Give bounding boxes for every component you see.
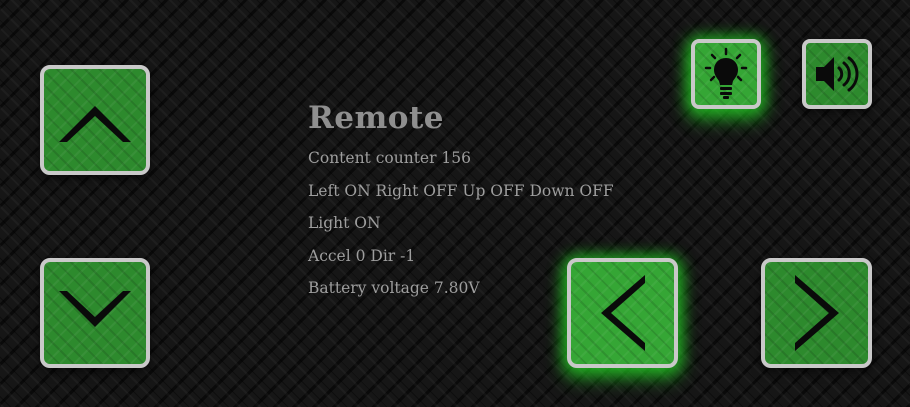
battery-voltage-text: Battery voltage 7.80V [308,279,480,297]
speaker-icon [816,56,859,92]
accel-status-text: Accel 0 Dir -1 [308,246,416,265]
chevron-down-icon [59,291,131,327]
content-counter-text: Content counter 156 [308,149,472,167]
up-button[interactable] [40,65,150,175]
chevron-right-icon [794,275,839,351]
direction-status-text: Left ON Right OFF Up OFF Down OFF [308,181,614,200]
lightbulb-icon [704,47,748,99]
sound-toggle-button[interactable] [802,39,872,109]
chevron-up-icon [59,106,131,142]
right-button[interactable] [761,258,872,368]
status-panel: Remote Content counter 156 Left ON Right… [308,100,614,313]
down-button[interactable] [40,258,150,368]
light-toggle-button[interactable] [691,39,761,109]
light-status-text: Light ON [308,214,381,232]
page-title: Remote [308,100,445,136]
